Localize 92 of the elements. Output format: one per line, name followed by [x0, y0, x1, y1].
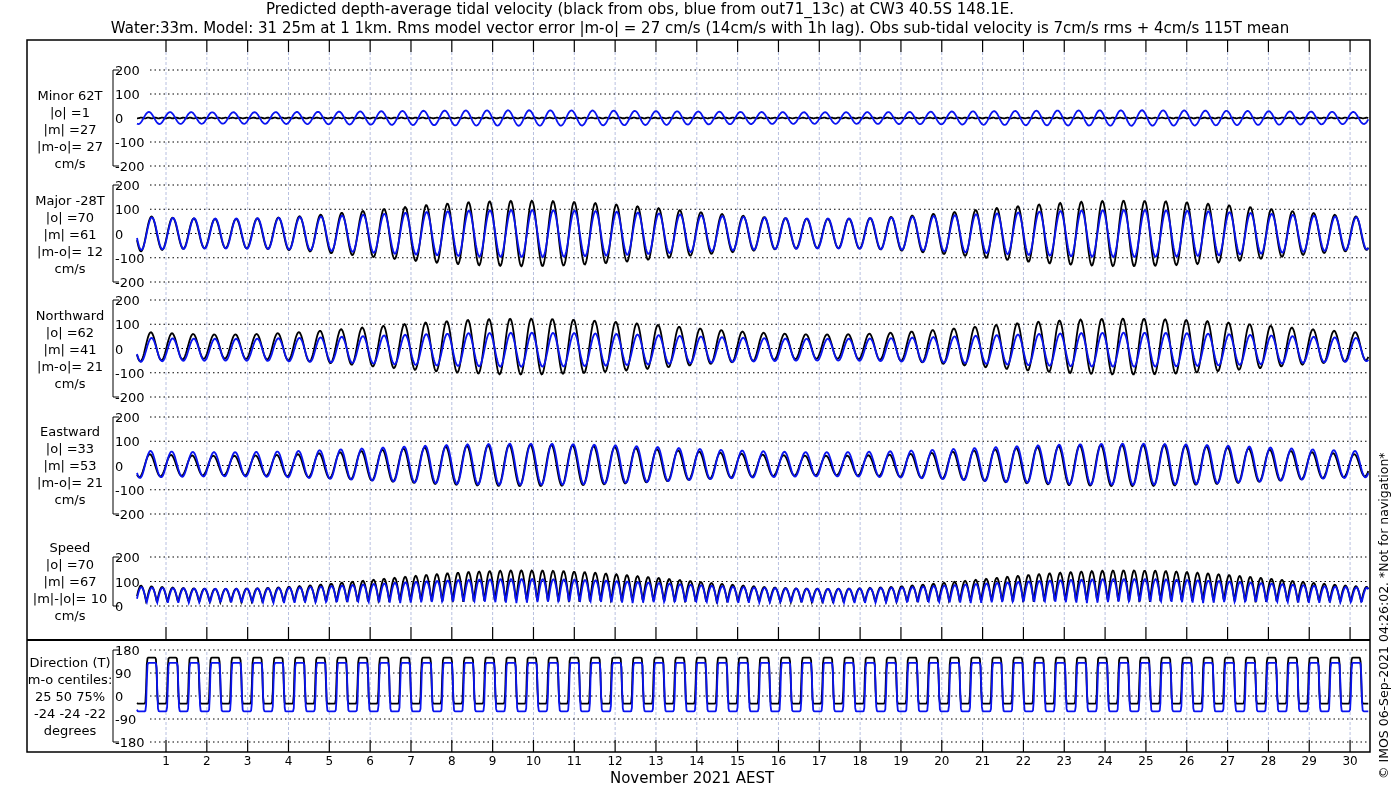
panel-label: |o| =62: [45, 325, 95, 340]
tick-label: 1: [162, 754, 170, 768]
tick-label: 200: [115, 550, 140, 565]
panel-label: cm/s: [54, 492, 86, 507]
panel-label: Direction (T): [29, 655, 111, 670]
tick-label: 30: [1342, 754, 1358, 768]
panel-label: |m| =67: [43, 574, 97, 589]
tick-label: 25: [1138, 754, 1154, 768]
tick-label: 13: [648, 754, 664, 768]
panel-label: 25 50 75%: [34, 689, 106, 704]
tick-label: 27: [1219, 754, 1236, 768]
panel-label: |m| =53: [43, 458, 97, 473]
tick-label: 29: [1301, 754, 1317, 768]
tick-label: 23: [1056, 754, 1072, 768]
tick-label: 200: [115, 410, 140, 425]
tick-label: -200: [115, 507, 145, 522]
tick-label: 12: [607, 754, 623, 768]
chart-title: Predicted depth-average tidal velocity (black from obs, blue from out71_13c) at CW3 40.5S 148.1E.: [266, 0, 1014, 18]
tick-label: 19: [893, 754, 909, 768]
panel-label: -24 -24 -22: [34, 706, 106, 721]
tick-label: 14: [689, 754, 705, 768]
panel-label: |m| =27: [43, 122, 97, 137]
panel-label: |m-o|= 12: [37, 244, 103, 259]
panel-label: |m-o|= 21: [37, 475, 103, 490]
tick-label: -100: [115, 135, 145, 150]
tick-label: 15: [730, 754, 746, 768]
tick-label: 11: [566, 754, 582, 768]
tick-label: 200: [115, 293, 140, 308]
panel-label: Eastward: [40, 424, 100, 439]
panel-label: |o| =70: [45, 557, 95, 572]
axis-label: November 2021 AEST: [609, 769, 775, 787]
panel-label: cm/s: [54, 608, 86, 623]
panel-label: m-o centiles:: [27, 672, 113, 687]
tick-label: 24: [1097, 754, 1113, 768]
panel-label: |m|-|o|= 10: [32, 591, 108, 606]
tick-label: 4: [284, 754, 293, 768]
tick-label: -200: [115, 159, 145, 174]
tick-label: 100: [115, 574, 140, 590]
tick-label: 28: [1260, 754, 1277, 768]
tick-label: -100: [115, 482, 145, 498]
panel-label: |o| =1: [50, 105, 90, 120]
tick-label: -180: [115, 735, 145, 750]
panel-label: |o| =33: [45, 441, 95, 456]
tick-label: 20: [934, 754, 950, 768]
tick-label: 18: [852, 754, 868, 768]
tick-label: 26: [1179, 754, 1195, 768]
tick-label: 100: [115, 317, 140, 333]
panel-label: cm/s: [54, 376, 86, 391]
panel-label: |m| =41: [43, 342, 97, 357]
tick-label: 0: [115, 599, 124, 614]
credit-text: © IMOS 06-Sep-2021 04:26:02. *Not for navigation*: [1376, 452, 1391, 779]
tick-label: 0: [115, 111, 124, 126]
tick-label: 21: [974, 754, 991, 768]
tick-label: 100: [115, 87, 140, 102]
panel-label: Major -28T: [35, 193, 105, 208]
panel-label: degrees: [43, 723, 97, 738]
panel-label: |m| =61: [43, 227, 97, 242]
tick-label: 5: [325, 754, 334, 768]
tick-label: 0: [115, 458, 124, 474]
tick-label: 100: [115, 434, 140, 450]
panel-label: cm/s: [54, 156, 86, 171]
tick-label: 9: [488, 754, 497, 768]
tick-label: 0: [115, 341, 124, 357]
panel-label: Speed: [49, 540, 91, 555]
tick-label: 7: [407, 754, 415, 768]
tick-label: 22: [1015, 754, 1032, 768]
tick-label: 90: [115, 666, 132, 681]
tick-label: 200: [115, 178, 140, 193]
tick-label: 8: [448, 754, 456, 768]
tick-label: 3: [243, 754, 252, 768]
tick-label: 10: [525, 754, 542, 768]
tick-label: 100: [115, 202, 140, 218]
tick-label: 200: [115, 63, 140, 78]
panel-label: Minor 62T: [37, 88, 103, 103]
tick-label: -100: [115, 250, 145, 266]
tick-label: 0: [115, 689, 124, 704]
tick-label: 16: [770, 754, 787, 768]
tick-label: -200: [115, 275, 145, 290]
panel-label: Northward: [35, 308, 105, 323]
tick-label: 17: [811, 754, 827, 768]
tick-label: 0: [115, 226, 124, 242]
tick-label: -90: [115, 712, 137, 727]
chart-title: Water:33m. Model: 31 25m at 1 1km. Rms model vector error |m-o| = 27 cm/s (14cm/s with 1h lag). Obs sub-tidal velocity is 7cm/s rms + 4cm/s 115T mean: [110, 19, 1290, 37]
panel-label: cm/s: [54, 261, 86, 276]
panel-label: |o| =70: [45, 210, 95, 225]
panel-label: |m-o|= 21: [37, 359, 103, 374]
tick-label: 2: [203, 754, 211, 768]
tick-label: 6: [366, 754, 374, 768]
tick-label: -200: [115, 390, 145, 405]
panel-label: |m-o|= 27: [37, 139, 103, 154]
tick-label: -100: [115, 365, 145, 381]
tick-label: 180: [115, 643, 140, 658]
